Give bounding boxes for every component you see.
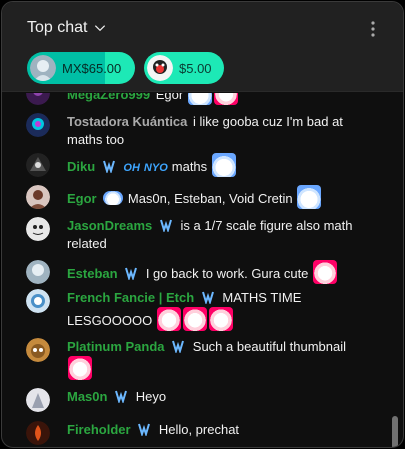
avatar[interactable] [26, 388, 50, 412]
author-name[interactable]: JasonDreams [67, 218, 152, 233]
chat-message-list: MegaZero999 Egor Tostadora Kuántica i li… [2, 93, 390, 447]
avatar[interactable] [26, 185, 50, 209]
chat-message: MegaZero999 Egor [26, 93, 376, 105]
chevron-down-icon [95, 25, 106, 32]
avatar[interactable] [26, 153, 50, 177]
chat-message: Esteban I go back to work. Gura cute [26, 260, 376, 284]
chat-message: Egor Mas0n, Esteban, Void Cretin [26, 185, 376, 209]
scrollbar-track[interactable] [391, 93, 399, 447]
author-name[interactable]: Esteban [67, 266, 118, 281]
chat-mode-title: Top chat [27, 19, 88, 36]
ticker-amount: $5.00 [179, 60, 212, 76]
message-text: Such a beautiful thumbnail [192, 339, 346, 354]
super-chat-ticker[interactable]: MX$65.00 [27, 52, 135, 84]
message-text: Heyo [135, 389, 167, 404]
author-name[interactable]: Fireholder [67, 422, 131, 437]
chat-header: Top chat MX$65.00 $5.00 [2, 2, 403, 92]
avatar[interactable] [26, 421, 50, 445]
super-chat-ticker[interactable]: $5.00 [144, 52, 224, 84]
emote-icon [211, 153, 236, 177]
emote-text-nyo: NYO [143, 162, 168, 174]
member-badge-icon [138, 423, 151, 436]
chat-message: Tostadora Kuántica i like gooba cuz I'm … [26, 113, 376, 149]
emote-icon [103, 191, 124, 205]
emote-text-oh: OH [123, 162, 140, 174]
avatar[interactable] [26, 289, 50, 313]
member-badge-icon [172, 340, 185, 353]
author-name[interactable]: Mas0n [67, 389, 107, 404]
avatar[interactable] [26, 217, 50, 241]
author-name[interactable]: Tostadora Kuántica [67, 114, 187, 129]
message-text: Mas0n, Esteban, Void Cretin [127, 191, 293, 206]
author-name[interactable]: MegaZero999 [67, 93, 150, 102]
chat-mode-selector[interactable]: Top chat [27, 19, 107, 37]
emote-icon [313, 260, 338, 284]
avatar[interactable] [26, 260, 50, 284]
super-chat-tickers: MX$65.00 $5.00 [27, 52, 224, 84]
member-badge-icon [159, 219, 172, 232]
author-name[interactable]: Diku [67, 159, 95, 174]
message-text: maths [171, 159, 208, 174]
ticker-amount: MX$65.00 [62, 60, 122, 76]
author-name[interactable]: Egor [67, 191, 97, 206]
message-text: Egor [155, 93, 184, 102]
chat-message: JasonDreams is a 1/7 scale figure also m… [26, 217, 376, 253]
member-badge-icon [115, 390, 128, 403]
emote-icon [156, 307, 181, 331]
member-badge-icon [102, 160, 115, 173]
emote-icon [208, 307, 233, 331]
chat-message: French Fancie | Etch MATHS TIME LESGOOOO… [26, 289, 376, 331]
avatar[interactable] [26, 338, 50, 362]
emote-icon [68, 356, 92, 380]
emote-icon [297, 185, 322, 209]
message-text: I go back to work. Gura cute [145, 266, 309, 281]
live-chat-panel: Top chat MX$65.00 $5.00 MegaZero999 Egor… [1, 1, 404, 448]
avatar [30, 55, 56, 81]
author-name[interactable]: Platinum Panda [67, 339, 165, 354]
author-name[interactable]: French Fancie | Etch [67, 290, 194, 305]
chat-message: Diku OH NYO maths [26, 153, 376, 177]
emote-icon [213, 93, 238, 105]
member-badge-icon [125, 267, 138, 280]
emote-icon [182, 307, 207, 331]
avatar [147, 55, 173, 81]
avatar[interactable] [26, 113, 50, 137]
emote-icon [187, 93, 212, 105]
chat-message: Platinum Panda Such a beautiful thumbnai… [26, 338, 376, 380]
member-badge-icon [201, 291, 214, 304]
chat-message: Mas0n Heyo [26, 388, 376, 412]
avatar[interactable] [26, 93, 50, 105]
message-text: Hello, prechat [158, 422, 240, 437]
chat-message: Fireholder Hello, prechat [26, 421, 376, 445]
more-vert-icon[interactable] [365, 19, 381, 39]
scrollbar-thumb[interactable] [392, 416, 398, 447]
